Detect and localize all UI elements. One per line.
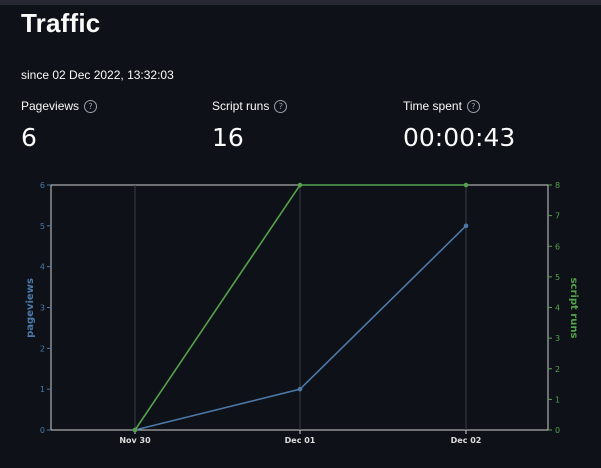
help-icon[interactable]: ? [84, 99, 98, 113]
since-timestamp: since 02 Dec 2022, 13:32:03 [21, 68, 174, 82]
right-tick-label: 2 [555, 365, 560, 374]
metric-script-runs: Script runs ? 16 [212, 99, 288, 152]
metric-pageviews: Pageviews ? 6 [21, 99, 98, 152]
x-tick-label: Nov 30 [119, 436, 151, 445]
right-tick-label: 5 [555, 273, 560, 282]
right-tick-label: 4 [555, 304, 560, 313]
left-tick-label: 1 [40, 385, 45, 394]
left-tick-label: 6 [40, 181, 45, 190]
metric-time-spent-label: Time spent [403, 99, 462, 113]
right-tick-label: 0 [555, 426, 560, 435]
right-tick-label: 6 [555, 242, 560, 251]
metric-script-runs-label: Script runs [212, 99, 270, 113]
page-title: Traffic [21, 8, 101, 38]
x-tick-label: Dec 02 [451, 436, 482, 445]
left-tick-label: 4 [40, 263, 45, 272]
metric-pageviews-label: Pageviews [21, 99, 80, 113]
left-tick-label: 0 [40, 426, 45, 435]
top-bar [0, 0, 601, 5]
metric-pageviews-value: 6 [21, 123, 37, 152]
right-tick-label: 8 [555, 181, 560, 190]
data-point-script-runs [297, 182, 303, 188]
traffic-chart[interactable]: Nov 30 Dec 01 Dec 02 0 1 2 3 4 5 6 0 1 2 3 4 5 6 7 8 pagev… [0, 175, 601, 450]
help-icon[interactable]: ? [274, 99, 288, 113]
data-point-script-runs [463, 182, 469, 188]
left-axis-title: pageviews [25, 278, 36, 338]
left-tick-label: 2 [40, 344, 45, 353]
data-point-script-runs [132, 427, 138, 433]
left-tick-label: 3 [40, 304, 45, 313]
metric-time-spent-value: 00:00:43 [403, 123, 516, 152]
left-tick-label: 5 [40, 222, 45, 231]
data-point-pageviews [297, 386, 303, 392]
metric-time-spent: Time spent ? 00:00:43 [403, 99, 515, 152]
right-axis-title: script runs [568, 278, 579, 339]
x-tick-label: Dec 01 [285, 436, 316, 445]
chart-grid [50, 184, 549, 431]
right-tick-label: 3 [555, 334, 560, 343]
right-tick-label: 1 [555, 395, 560, 404]
right-tick-label: 7 [555, 212, 560, 221]
metric-script-runs-value: 16 [212, 123, 244, 152]
help-icon[interactable]: ? [466, 99, 480, 113]
data-point-pageviews [463, 223, 469, 229]
